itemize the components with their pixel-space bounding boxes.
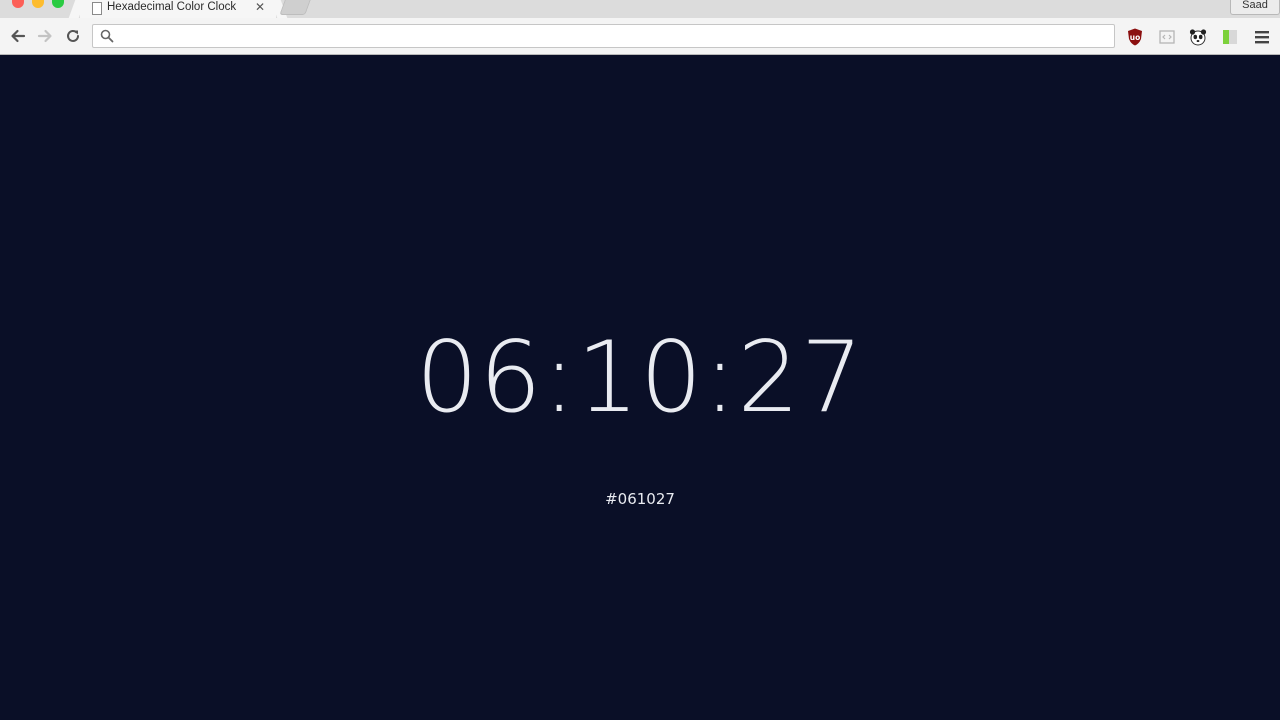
reload-icon <box>67 29 79 42</box>
profile-button[interactable]: Saad <box>1230 0 1280 15</box>
reload-button[interactable] <box>63 26 83 46</box>
browser-tab[interactable]: Hexadecimal Color Clock ✕ <box>80 0 276 18</box>
hex-color-code: #061027 <box>605 490 675 508</box>
panda-icon[interactable] <box>1188 27 1208 47</box>
code-icon[interactable] <box>1157 27 1177 47</box>
menu-icon[interactable] <box>1252 27 1272 47</box>
clock-time: 06:10:27 <box>415 321 865 435</box>
back-button[interactable] <box>8 26 28 46</box>
tab-strip: Hexadecimal Color Clock ✕ Saad <box>0 0 1280 18</box>
tab-title: Hexadecimal Color Clock <box>107 1 237 13</box>
page-icon <box>92 2 102 15</box>
close-window-button[interactable] <box>12 0 24 8</box>
forward-button[interactable] <box>35 26 55 46</box>
back-arrow-icon <box>11 29 26 43</box>
ublock-icon[interactable]: uo <box>1125 27 1145 47</box>
page-content: 06:10:27 #061027 <box>0 55 1280 720</box>
address-bar[interactable] <box>92 24 1115 48</box>
close-tab-icon[interactable]: ✕ <box>255 0 265 14</box>
search-icon <box>100 29 114 43</box>
browser-toolbar: uo <box>0 18 1280 55</box>
maximize-window-button[interactable] <box>52 0 64 8</box>
forward-arrow-icon <box>37 29 52 43</box>
green-extension-icon[interactable] <box>1220 27 1240 47</box>
minimize-window-button[interactable] <box>32 0 44 8</box>
new-tab-button[interactable] <box>279 0 311 15</box>
svg-text:uo: uo <box>1130 33 1141 42</box>
